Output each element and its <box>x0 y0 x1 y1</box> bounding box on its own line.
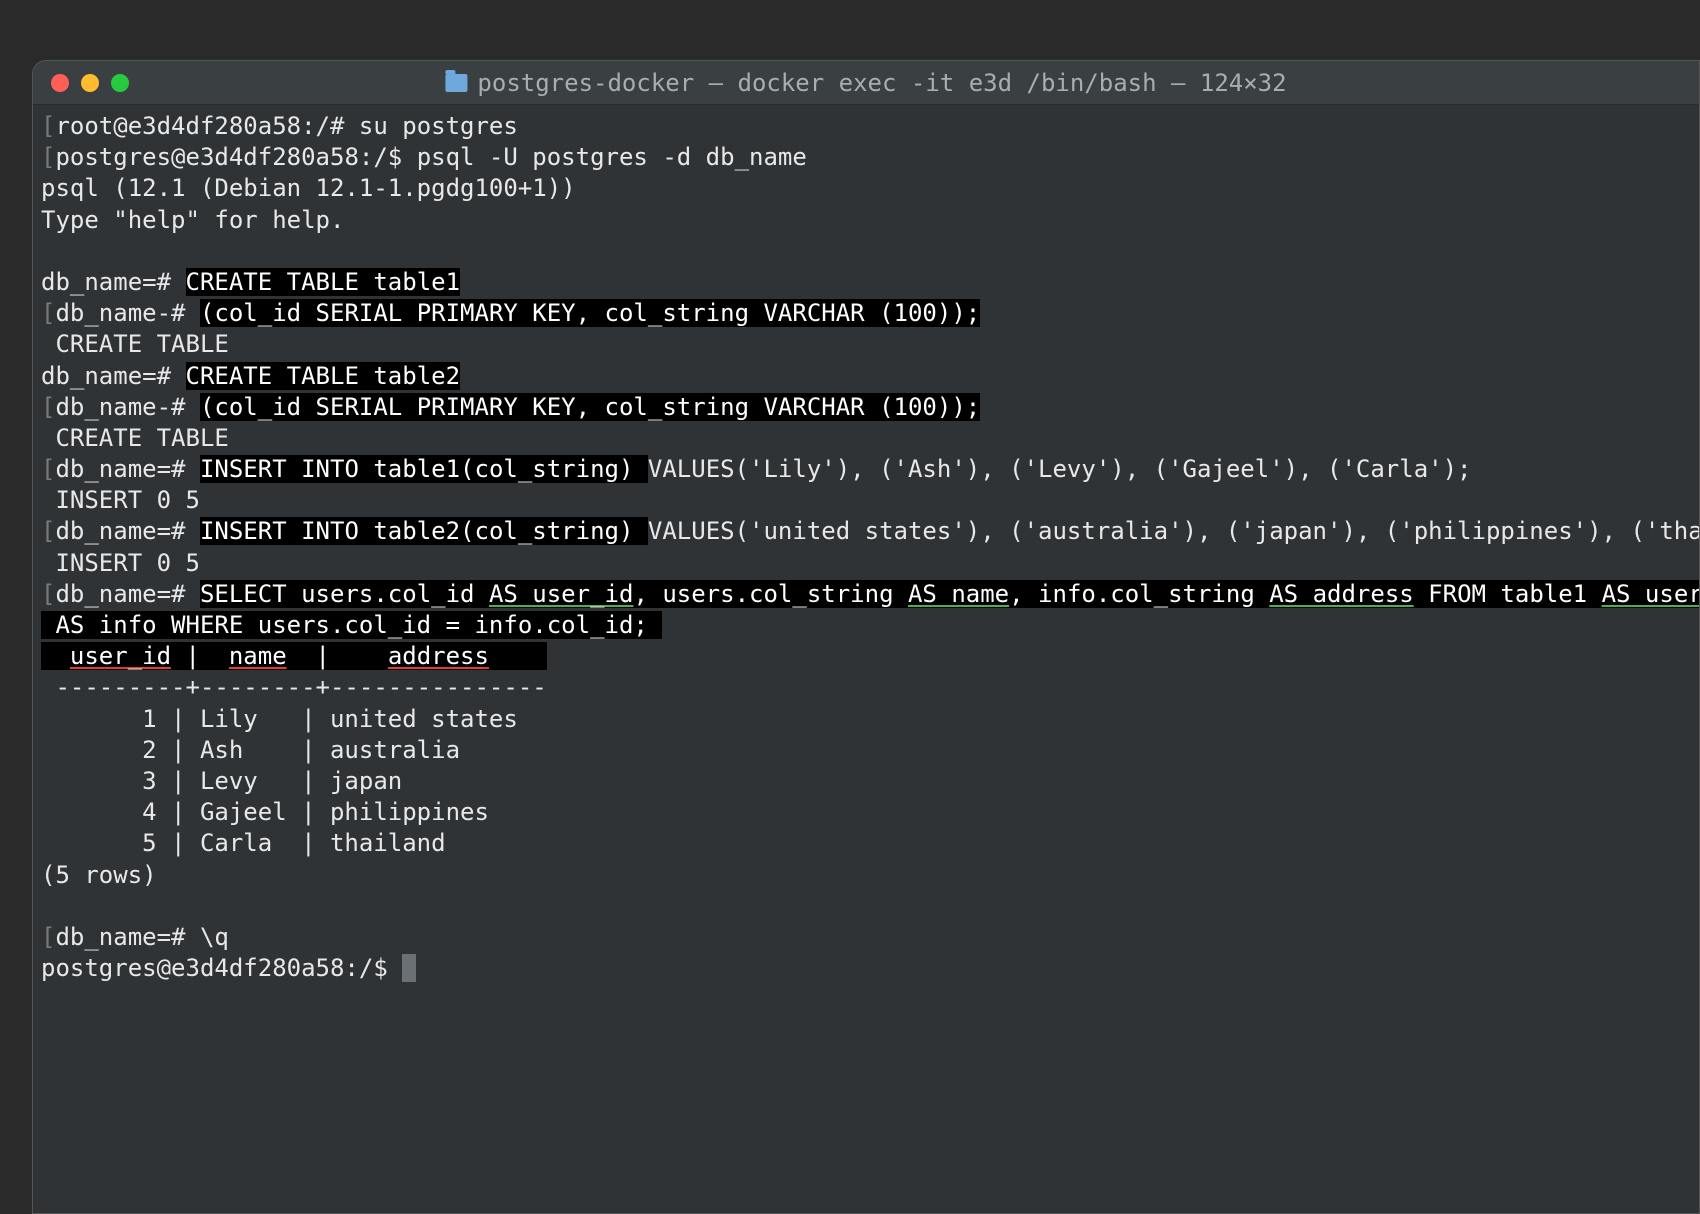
cmd-quit: \q <box>200 923 229 951</box>
cmd-insert-table1: INSERT INTO table1(col_string) <box>200 455 648 483</box>
result-row: 2 | Ash | australia <box>41 736 460 764</box>
prompt-db: db_name=# <box>55 517 200 545</box>
cmd-insert-table2-values: VALUES('united states'), ('australia'), … <box>648 517 1699 545</box>
bracket: [ <box>41 143 55 171</box>
prompt-root: root@e3d4df280a58:/# <box>55 112 358 140</box>
zoom-button[interactable] <box>111 74 129 92</box>
prompt-db: db_name=# <box>41 268 186 296</box>
terminal-content[interactable]: [root@e3d4df280a58:/# su postgres [postg… <box>33 105 1699 1213</box>
cmd-create-table2-cols: (col_id SERIAL PRIMARY KEY, col_string V… <box>200 393 980 421</box>
output-create-table: CREATE TABLE <box>41 424 229 452</box>
traffic-lights <box>51 74 129 92</box>
cmd-psql: psql -U postgres -d db_name <box>417 143 807 171</box>
folder-icon <box>445 74 467 92</box>
result-header: user_id | name | address <box>41 642 547 670</box>
cmd-insert-table1-values: VALUES('Lily'), ('Ash'), ('Levy'), ('Gaj… <box>648 455 1472 483</box>
bracket: [ <box>41 923 55 951</box>
cmd-select: SELECT users.col_id AS user_id, users.co… <box>200 580 1699 608</box>
result-row: 4 | Gajeel | philippines <box>41 798 489 826</box>
bracket: [ <box>41 299 55 327</box>
output-insert: INSERT 0 5 <box>41 549 200 577</box>
result-separator: ---------+--------+--------------- <box>41 673 547 701</box>
cmd-create-table1: CREATE TABLE table1 <box>186 268 461 296</box>
prompt-postgres: postgres@e3d4df280a58:/$ <box>41 954 402 982</box>
cmd-su: su postgres <box>359 112 518 140</box>
result-count: (5 rows) <box>41 861 157 889</box>
minimize-button[interactable] <box>81 74 99 92</box>
result-row: 3 | Levy | japan <box>41 767 402 795</box>
bracket: [ <box>41 455 55 483</box>
prompt-db-cont: db_name-# <box>55 393 200 421</box>
bracket: [ <box>41 112 55 140</box>
window-title: postgres-docker — docker exec -it e3d /b… <box>445 69 1286 97</box>
window-title-text: postgres-docker — docker exec -it e3d /b… <box>477 69 1286 97</box>
result-row: 5 | Carla | thailand <box>41 829 446 857</box>
cmd-create-table2: CREATE TABLE table2 <box>186 362 461 390</box>
prompt-db: db_name=# <box>55 455 200 483</box>
terminal-window: postgres-docker — docker exec -it e3d /b… <box>32 60 1700 1214</box>
output-create-table: CREATE TABLE <box>41 330 229 358</box>
prompt-db: db_name=# <box>55 580 200 608</box>
result-row: 1 | Lily | united states <box>41 705 518 733</box>
output-insert: INSERT 0 5 <box>41 486 200 514</box>
titlebar: postgres-docker — docker exec -it e3d /b… <box>33 61 1699 105</box>
prompt-postgres: postgres@e3d4df280a58:/$ <box>55 143 416 171</box>
cmd-create-table1-cols: (col_id SERIAL PRIMARY KEY, col_string V… <box>200 299 980 327</box>
bracket: [ <box>41 393 55 421</box>
cursor <box>402 954 416 982</box>
cmd-insert-table2: INSERT INTO table2(col_string) <box>200 517 648 545</box>
bracket: [ <box>41 517 55 545</box>
psql-version: psql (12.1 (Debian 12.1-1.pgdg100+1)) <box>41 174 576 202</box>
psql-help: Type "help" for help. <box>41 206 344 234</box>
prompt-db: db_name=# <box>55 923 200 951</box>
cmd-select-cont: AS info WHERE users.col_id = info.col_id… <box>41 611 662 639</box>
prompt-db: db_name=# <box>41 362 186 390</box>
bracket: [ <box>41 580 55 608</box>
close-button[interactable] <box>51 74 69 92</box>
prompt-db-cont: db_name-# <box>55 299 200 327</box>
